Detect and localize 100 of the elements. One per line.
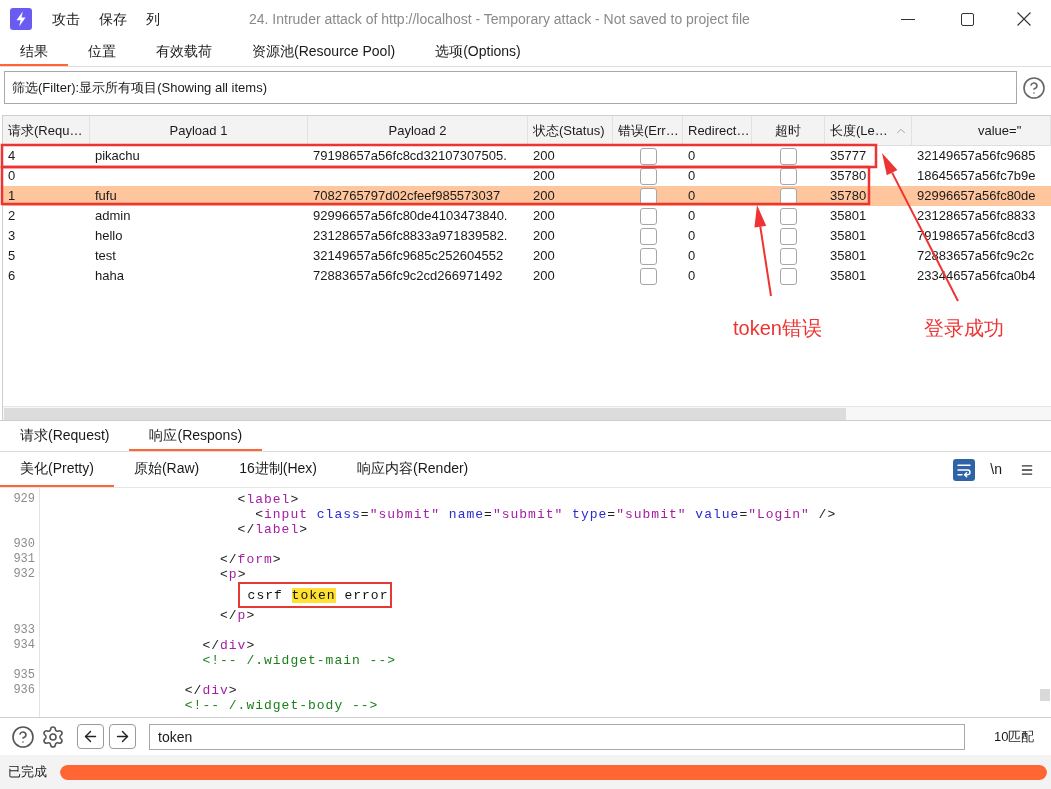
- column-header[interactable]: Payload 1: [90, 116, 308, 145]
- wrap-toggle[interactable]: [953, 458, 976, 481]
- tab[interactable]: 响应内容(Render): [337, 452, 489, 487]
- status-text: 已完成: [8, 763, 47, 782]
- table-cell-text: 200: [532, 147, 556, 166]
- tab[interactable]: 16进制(Hex): [219, 452, 338, 487]
- column-header[interactable]: 超时: [752, 116, 825, 145]
- line-number: 929: [13, 492, 35, 507]
- table-cell-text: 7082765797d02cfeef985573037: [312, 187, 502, 206]
- checkbox[interactable]: [780, 207, 797, 225]
- table-cell-text: 6: [7, 267, 17, 286]
- maximize-icon: [960, 12, 974, 26]
- next-button[interactable]: [109, 724, 136, 749]
- code-line: csrf token error: [247, 587, 389, 603]
- table-cell-text: 23128657a56fc8833a971839582.: [312, 227, 509, 246]
- tab[interactable]: 有效载荷: [136, 38, 232, 66]
- column-header[interactable]: 状态(Status): [528, 116, 613, 145]
- checkbox[interactable]: [780, 247, 797, 265]
- table-cell-text: 35801: [829, 207, 868, 226]
- table-cell-text: haha: [94, 267, 125, 286]
- filter-bar[interactable]: 筛选(Filter):显示所有项目(Showing all items): [4, 71, 1017, 104]
- checkbox[interactable]: [780, 267, 797, 285]
- tab[interactable]: 位置: [68, 38, 136, 66]
- column-header[interactable]: 请求(Requ…: [3, 116, 90, 145]
- app-logo-icon: [10, 8, 32, 30]
- menu-item[interactable]: 保存: [99, 8, 127, 30]
- newline-toggle[interactable]: \n: [990, 459, 1002, 480]
- table-cell-text: 92996657a56fc80de4103473840.: [312, 207, 509, 226]
- table-cell-text: 4: [7, 147, 17, 166]
- menu-item[interactable]: 攻击: [52, 8, 80, 30]
- tab[interactable]: 资源池(Resource Pool): [232, 38, 416, 66]
- table-cell-text: 79198657a56fc8cd32107307505.: [312, 147, 508, 166]
- line-number: 933: [13, 623, 35, 638]
- table-cell-text: fufu: [94, 187, 118, 206]
- menu-icon[interactable]: [1020, 462, 1034, 477]
- horizontal-scrollbar[interactable]: [3, 406, 1051, 420]
- code-line: </div>: [184, 683, 238, 698]
- code-line: </form>: [220, 552, 282, 567]
- line-number: 930: [13, 537, 35, 552]
- window-title: 24. Intruder attack of http://localhost - Temporary attack - Not saved to project file: [249, 9, 750, 29]
- table-cell-text: 92996657a56fc80de: [916, 187, 1037, 206]
- code-line: </label>: [237, 522, 309, 537]
- table-cell-text: hello: [94, 227, 124, 246]
- table-cell-text: 0: [687, 267, 697, 286]
- tab[interactable]: 响应(Respons): [129, 421, 263, 451]
- table-cell-text: 1: [7, 187, 17, 206]
- settings-icon[interactable]: [41, 724, 65, 749]
- table-cell-text: 18645657a56fc7b9e: [916, 167, 1037, 186]
- minimize-icon: [901, 18, 915, 20]
- checkbox[interactable]: [639, 267, 657, 285]
- checkbox[interactable]: [780, 147, 797, 165]
- previous-button[interactable]: [77, 724, 104, 749]
- table-cell-text: 35780: [829, 167, 868, 186]
- code-line: <input class="submit" name="submit" type="submit" value="Login" />: [255, 507, 837, 522]
- column-header[interactable]: Payload 2: [308, 116, 528, 145]
- table-cell-text: 200: [532, 267, 556, 286]
- table-cell-text: 3: [7, 227, 17, 246]
- table-cell-text: 200: [532, 227, 556, 246]
- checkbox[interactable]: [639, 247, 657, 265]
- tab[interactable]: 选项(Options): [415, 38, 541, 66]
- table-cell-text: 0: [687, 227, 697, 246]
- code-line: <label>: [237, 492, 300, 507]
- table-cell-text: 0: [687, 147, 697, 166]
- scrollbar-thumb[interactable]: [1040, 689, 1050, 701]
- column-header[interactable]: Redirect…: [683, 116, 752, 145]
- close-icon: [1016, 12, 1031, 26]
- checkbox[interactable]: [639, 147, 657, 165]
- help-icon[interactable]: [1022, 75, 1046, 100]
- table-cell-text: 35801: [829, 267, 868, 286]
- search-field[interactable]: token: [149, 723, 965, 750]
- column-header[interactable]: 长度(Le…: [825, 116, 912, 145]
- match-count: 10匹配: [994, 727, 1035, 746]
- line-number: 935: [13, 668, 35, 683]
- column-header[interactable]: 错误(Err…: [613, 116, 683, 145]
- menu-item[interactable]: 列: [146, 8, 160, 30]
- table-cell-text: 35777: [829, 147, 868, 166]
- table-cell-text: admin: [94, 207, 132, 226]
- tab[interactable]: 原始(Raw): [113, 452, 220, 487]
- column-header[interactable]: value=": [912, 116, 1051, 145]
- checkbox[interactable]: [639, 207, 657, 225]
- help-icon[interactable]: [11, 724, 35, 749]
- annotation-label: token错误: [733, 316, 822, 340]
- table-cell-text: 200: [532, 167, 556, 186]
- tab[interactable]: 请求(Request): [0, 421, 130, 451]
- scrollbar-thumb[interactable]: [4, 407, 846, 420]
- code-line: <!-- /.widget-body -->: [184, 698, 379, 713]
- tab[interactable]: 美化(Pretty): [0, 452, 114, 487]
- table-cell-text: 0: [687, 167, 697, 186]
- table-cell-text: 72883657a56fc9c2cd266971492: [312, 267, 504, 286]
- line-number: 934: [13, 638, 35, 653]
- table-cell-text: 0: [687, 187, 697, 206]
- table-row[interactable]: 1 fufu 7082765797d02cfeef985573037 200 0 35780 92996657a56fc80de: [3, 186, 1051, 206]
- table-cell-text: 32149657a56fc9685c252604552: [312, 247, 505, 266]
- checkbox[interactable]: [639, 227, 657, 245]
- checkbox[interactable]: [780, 227, 797, 245]
- table-cell-text: 0: [7, 167, 17, 186]
- table-cell-text: 0: [687, 247, 697, 266]
- table-cell-text: 2: [7, 207, 17, 226]
- tab[interactable]: 结果: [0, 38, 68, 66]
- line-number: 936: [13, 683, 35, 698]
